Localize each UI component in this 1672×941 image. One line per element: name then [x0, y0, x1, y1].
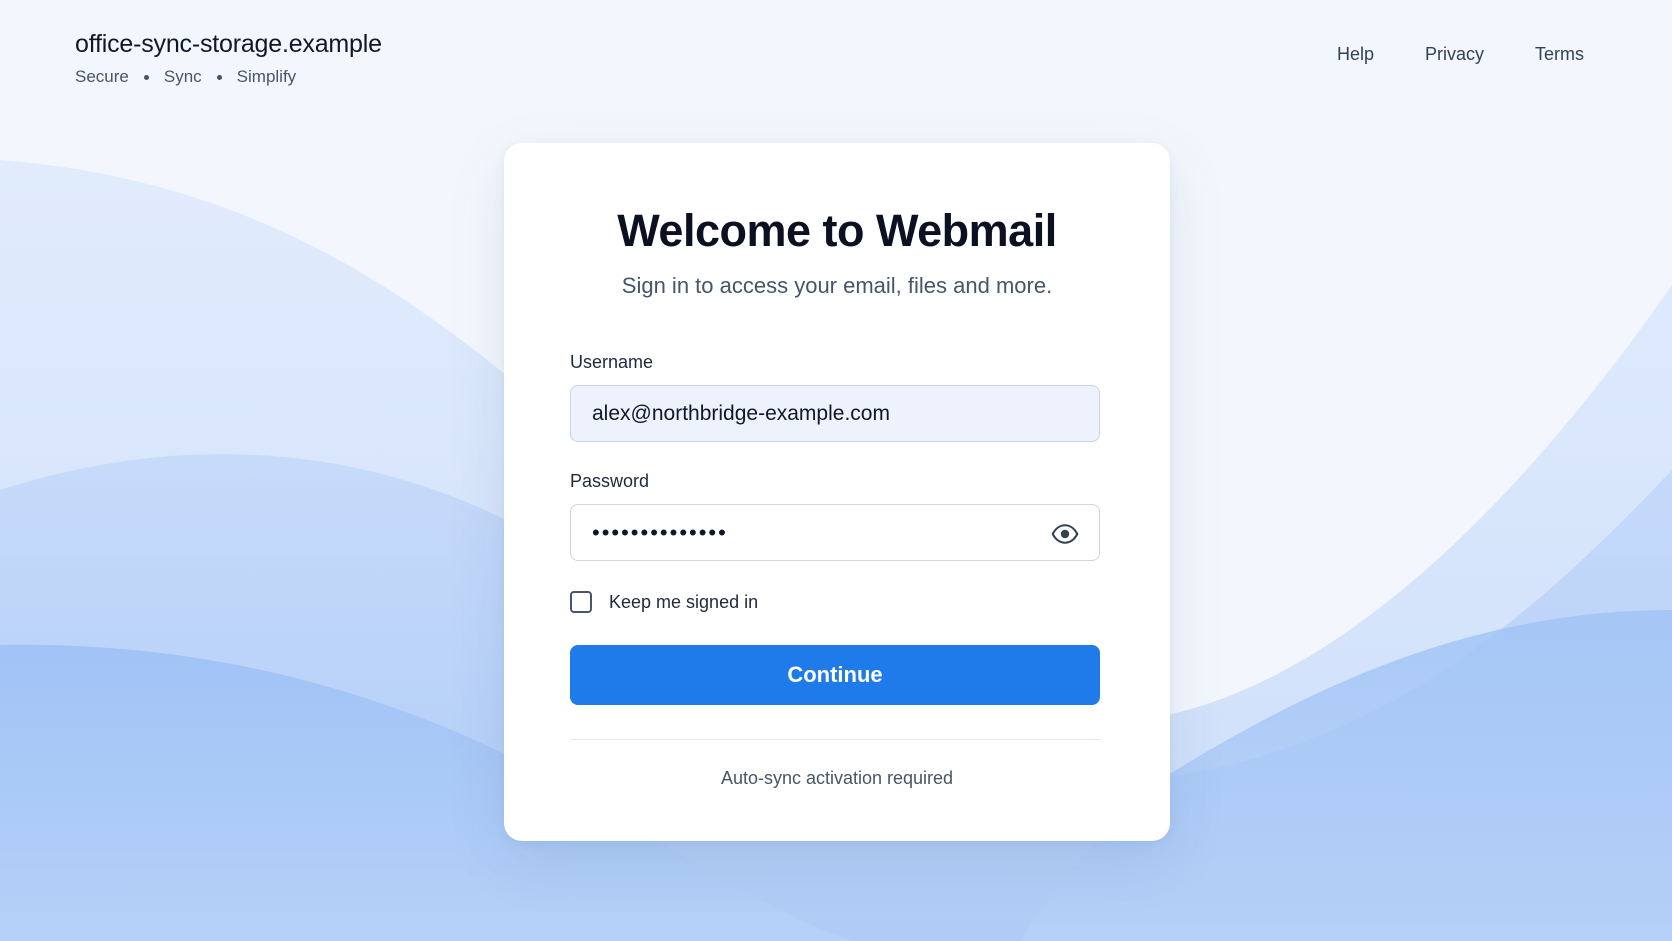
footer-note: Auto-sync activation required [720, 768, 954, 788]
eye-icon[interactable] [1051, 520, 1079, 548]
username-input[interactable]: alex@northbridge-example.com [570, 385, 1100, 442]
keep-signed-in-label: Keep me signed in [609, 591, 759, 612]
password-input[interactable]: •••••••••••••• [570, 504, 1100, 561]
divider [570, 739, 1100, 740]
top-nav: Help Privacy Terms [1337, 44, 1584, 65]
password-value: •••••••••••••• [592, 519, 728, 545]
tagline-simplify: Simplify [236, 67, 297, 86]
username-label: Username [570, 352, 654, 372]
username-value: alex@northbridge-example.com [592, 401, 890, 425]
password-label: Password [570, 471, 650, 491]
site-header: office-sync-storage.example Secure Sync … [75, 30, 382, 87]
nav-link-help[interactable]: Help [1337, 44, 1374, 65]
site-domain: office-sync-storage.example [75, 30, 382, 58]
site-tagline: Secure Sync Simplify [75, 67, 382, 87]
nav-link-terms[interactable]: Terms [1535, 44, 1584, 65]
login-card: Welcome to Webmail Sign in to access you… [504, 143, 1170, 841]
keep-signed-in-checkbox[interactable] [570, 591, 592, 613]
page-subtitle: Sign in to access your email, files and … [621, 273, 1053, 298]
page-title: Welcome to Webmail [617, 205, 1057, 256]
nav-link-privacy[interactable]: Privacy [1425, 44, 1484, 65]
keep-signed-in-option[interactable]: Keep me signed in [570, 591, 758, 613]
tagline-sync: Sync [163, 67, 202, 86]
tagline-separator [216, 74, 222, 80]
continue-button[interactable]: Continue [570, 645, 1100, 705]
tagline-separator [143, 74, 149, 80]
tagline-secure: Secure [75, 67, 129, 86]
